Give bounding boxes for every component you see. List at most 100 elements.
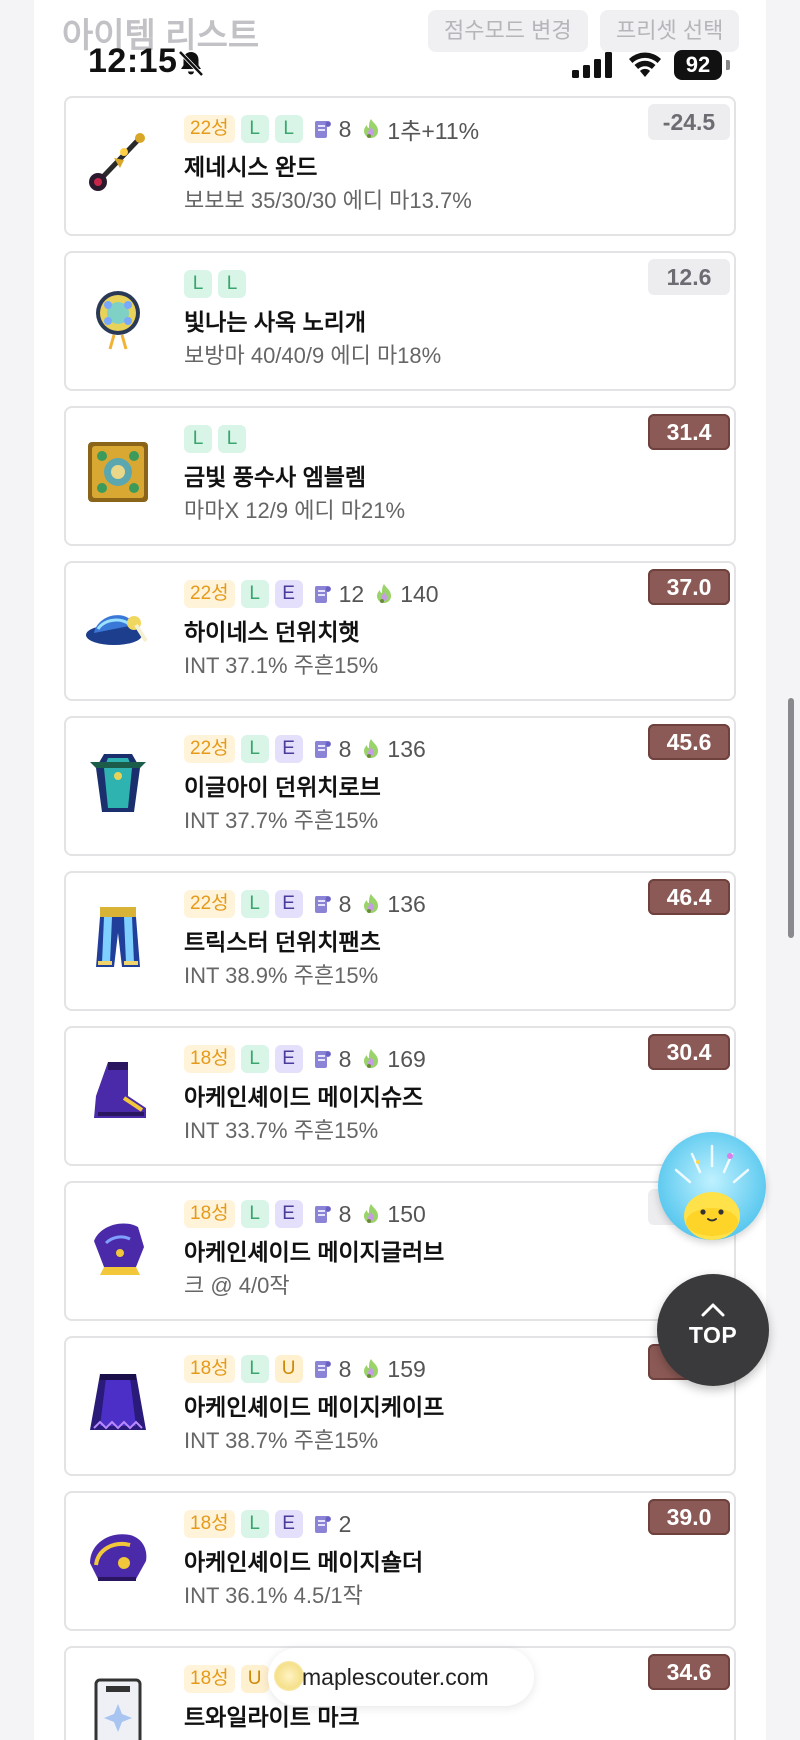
wifi-icon xyxy=(629,52,661,77)
scroll-count-value: 8 xyxy=(338,115,352,142)
potential-grade-badge: L xyxy=(240,890,269,918)
item-options: INT 36.1% 4.5/1작 xyxy=(184,1583,363,1608)
item-options: 크 @ 4/0작 xyxy=(184,1273,290,1298)
item-info: 22성 L L 8 1추+11% 제네시스 완드 보보보 35/30/30 에디 마13.7… xyxy=(184,112,638,216)
item-card[interactable]: 22성 L E 12 140 하이네스 던위치햇 INT 37.1% 주흔15% 37.0 xyxy=(64,561,736,701)
item-tags: 18성 L E 8 150 xyxy=(184,1197,638,1231)
item-tags: 18성 L U 8 159 xyxy=(184,1352,638,1386)
scroll-icon xyxy=(311,1357,335,1381)
site-url-pill[interactable]: maplescouter.com xyxy=(268,1648,534,1706)
item-name: 이글아이 던위치로브 xyxy=(184,774,381,800)
flame-stat-value: 150 xyxy=(387,1200,426,1227)
item-tags: 22성 L L 8 1추+11% xyxy=(184,112,638,146)
item-name: 아케인셰이드 메이지케이프 xyxy=(184,1394,445,1420)
potential-grade-badge: L xyxy=(240,1355,269,1383)
item-card[interactable]: L L 빛나는 사옥 노리개 보방마 40/40/9 에디 마18% 12.6 xyxy=(64,251,736,391)
flame-icon xyxy=(359,737,383,761)
starforce-badge: 18성 xyxy=(184,1665,235,1693)
flame-stat: 159 xyxy=(359,1356,426,1383)
flame-icon xyxy=(359,1202,383,1226)
scroll-count: 8 xyxy=(311,1046,351,1073)
item-info: 18성 L U 8 159 아케인셰이드 메이지케이프 INT 38.7% 주흔15% xyxy=(184,1352,638,1456)
item-card[interactable]: 22성 L E 8 136 이글아이 던위치로브 INT 37.7% 주흔15% 45.6 xyxy=(64,716,736,856)
potential-grade-badge: U xyxy=(240,1665,269,1693)
potential-grade-badge: L xyxy=(218,425,246,453)
item-name: 아케인셰이드 메이지슈즈 xyxy=(184,1084,424,1110)
cellular-signal-icon xyxy=(572,52,612,78)
item-name: 금빛 풍수사 엠블렘 xyxy=(184,464,367,490)
starforce-badge: 22성 xyxy=(184,735,235,763)
item-list: 22성 L L 8 1추+11% 제네시스 완드 보보보 35/30/30 에디 마13.7… xyxy=(64,96,736,1740)
flame-stat: 136 xyxy=(359,736,426,763)
scroll-icon xyxy=(311,737,335,761)
status-time: 12:15 xyxy=(88,42,178,80)
genesis-wand-icon xyxy=(84,128,152,196)
potential-grade-badge: E xyxy=(274,1510,303,1538)
item-tags: 18성 L E 2 xyxy=(184,1507,638,1541)
scroll-count-value: 8 xyxy=(338,735,352,762)
scroll-count-value: 8 xyxy=(338,1355,352,1382)
potential-grade-badge: E xyxy=(274,1045,303,1073)
flame-stat: 1추+11% xyxy=(359,112,479,146)
item-options: INT 38.7% 주흔15% xyxy=(184,1428,379,1453)
item-card[interactable]: 22성 L E 8 136 트릭스터 던위치팬츠 INT 38.9% 주흔15% 46.4 xyxy=(64,871,736,1011)
status-bar: 12:15 92 xyxy=(0,0,800,96)
sun-character-icon xyxy=(674,1144,750,1240)
robe-icon xyxy=(84,748,152,816)
item-options: INT 33.7% 주흔15% xyxy=(184,1118,379,1143)
flame-stat-value: 1추+11% xyxy=(387,118,480,144)
item-options: INT 38.9% 주흔15% xyxy=(184,963,379,988)
scroll-count-value: 12 xyxy=(338,580,365,607)
item-card[interactable]: 18성 L U 8 159 아케인셰이드 메이지케이프 INT 38.7% 주흔15% xyxy=(64,1336,736,1476)
starforce-badge: 18성 xyxy=(184,1045,235,1073)
battery-indicator: 92 xyxy=(674,50,730,80)
flame-stat: 169 xyxy=(359,1046,426,1073)
item-score-badge: 39.0 xyxy=(648,1499,730,1535)
scroll-icon xyxy=(311,1512,335,1536)
item-score-badge: 37.0 xyxy=(648,569,730,605)
pants-icon xyxy=(84,903,152,971)
item-tags: LL xyxy=(184,267,638,301)
item-tags: 22성 L E 8 136 xyxy=(184,887,638,921)
scroll-icon xyxy=(311,892,335,916)
item-card[interactable]: 22성 L L 8 1추+11% 제네시스 완드 보보보 35/30/30 에디 마13.7… xyxy=(64,96,736,236)
scroll-icon xyxy=(311,117,335,141)
flame-icon xyxy=(359,117,383,141)
flame-stat: 136 xyxy=(359,891,426,918)
scroll-count-value: 8 xyxy=(338,1200,352,1227)
bell-muted-icon xyxy=(178,50,204,77)
item-options: 보방마 40/40/9 에디 마18% xyxy=(184,343,442,368)
shoulder-icon xyxy=(84,1523,152,1591)
item-card[interactable]: 18성 L E 8 150 아케인셰이드 메이지글러브 크 @ 4/0작 xyxy=(64,1181,736,1321)
item-score-badge: -24.5 xyxy=(648,104,730,140)
item-options: INT 37.7% 주흔15% xyxy=(184,808,379,833)
item-info: 22성 L E 8 136 이글아이 던위치로브 INT 37.7% 주흔15% xyxy=(184,732,638,836)
scroll-count: 8 xyxy=(311,735,352,763)
twilight-mark-icon xyxy=(84,1678,152,1740)
item-tags: 18성 L E 8 169 xyxy=(184,1042,638,1076)
scrollbar[interactable] xyxy=(788,698,794,938)
item-card[interactable]: 18성 L E 8 169 아케인셰이드 메이지슈즈 INT 33.7% 주흔15% 30.4 xyxy=(64,1026,736,1166)
potential-grade-badge: E xyxy=(274,580,303,608)
item-score-badge: 34.6 xyxy=(648,1654,730,1690)
scroll-top-button[interactable]: TOP xyxy=(657,1274,769,1386)
item-card[interactable]: L L 금빛 풍수사 엠블렘 마마X 12/9 에디 마21% 31.4 xyxy=(64,406,736,546)
item-tags: 22성 L E 12 140 xyxy=(184,577,638,611)
potential-grade-badge: L xyxy=(240,1045,269,1073)
item-score-badge: 46.4 xyxy=(648,879,730,915)
scroll-count: 8 xyxy=(311,891,351,918)
potential-grade-badge: L xyxy=(240,735,269,763)
item-score-badge: 45.6 xyxy=(648,724,730,760)
potential-grade-badge: L xyxy=(240,115,269,143)
item-card[interactable]: 18성 L E 2 아케인셰이드 메이지숄더 INT 36.1% 4.5/1작 39.0 xyxy=(64,1491,736,1631)
helper-sun-button[interactable] xyxy=(658,1132,766,1240)
glove-icon xyxy=(84,1213,152,1281)
starforce-badge: 18성 xyxy=(184,1510,235,1538)
page-container: 아이템 리스트 점수모드 변경 프리셋 선택 22성 L L 8 1추+11% 제네시스 … xyxy=(34,0,766,1740)
item-info: L L 빛나는 사옥 노리개 보방마 40/40/9 에디 마18% xyxy=(184,267,638,371)
potential-grade-badge: L xyxy=(274,115,303,143)
item-name: 하이네스 던위치햇 xyxy=(184,619,360,645)
item-name: 트와일라이트 마크 xyxy=(184,1704,360,1730)
site-url: maplescouter.com xyxy=(302,1664,489,1690)
scroll-count: 2 xyxy=(311,1511,351,1538)
